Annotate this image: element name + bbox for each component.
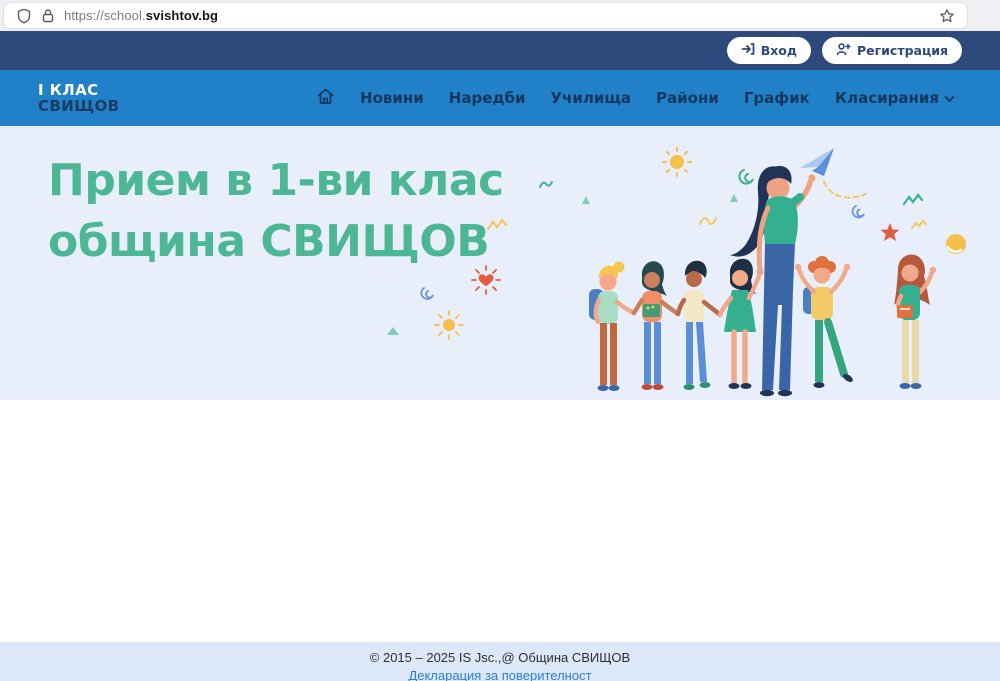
nav-item-grafik[interactable]: График bbox=[744, 89, 810, 107]
illustration-child-girl-dress bbox=[720, 259, 759, 389]
chevron-down-icon bbox=[944, 89, 955, 107]
privacy-policy-link[interactable]: Декларация за поверителност bbox=[408, 668, 591, 681]
register-label: Регистрация bbox=[857, 43, 948, 58]
doodle-yellow-zigzag bbox=[486, 218, 508, 232]
bookmark-star-icon[interactable] bbox=[939, 8, 955, 24]
url-text: https://school.svishtov.bg bbox=[64, 8, 218, 23]
browser-toolbar: https://school.svishtov.bg bbox=[0, 0, 1000, 31]
account-bar: Вход Регистрация bbox=[0, 31, 1000, 70]
nav-item-home[interactable] bbox=[316, 87, 335, 110]
hero-illustration bbox=[572, 140, 996, 398]
register-button[interactable]: Регистрация bbox=[822, 37, 962, 64]
nav-label: Училища bbox=[550, 89, 631, 107]
login-label: Вход bbox=[761, 43, 797, 58]
nav-label: Наредби bbox=[449, 89, 526, 107]
illustration-child-boy-cheering bbox=[795, 256, 854, 388]
content-area bbox=[0, 400, 1000, 642]
nav-item-klasirania-dropdown[interactable]: Класирания bbox=[835, 89, 955, 107]
shield-icon[interactable] bbox=[16, 8, 32, 24]
person-add-icon bbox=[836, 42, 851, 59]
logo-line1: І КЛАС bbox=[38, 82, 119, 98]
site-logo[interactable]: І КЛАС СВИЩОВ bbox=[38, 82, 119, 114]
address-bar[interactable]: https://school.svishtov.bg bbox=[4, 3, 967, 28]
doodle-teal-mark bbox=[538, 178, 554, 190]
nav-label: График bbox=[744, 89, 810, 107]
nav-label: Класирания bbox=[835, 89, 939, 107]
illustration-child-boy-tank bbox=[678, 261, 720, 390]
hero-title: Прием в 1-ви класобщина СВИЩОВ bbox=[48, 150, 504, 272]
nav-menu: Новини Наредби Училища Райони График Кла… bbox=[316, 87, 955, 110]
nav-label: Райони bbox=[656, 89, 719, 107]
doodle-teal-triangle bbox=[386, 326, 400, 336]
main-navigation: І КЛАС СВИЩОВ Новини Наредби Училища Рай… bbox=[0, 70, 1000, 126]
nav-item-novini[interactable]: Новини bbox=[360, 89, 424, 107]
lock-icon[interactable] bbox=[41, 8, 55, 23]
footer: © 2015 – 2025 IS Jsc.,@ Община СВИЩОВ Де… bbox=[0, 642, 1000, 681]
login-button[interactable]: Вход bbox=[727, 37, 811, 64]
illustration-child-girl-waving bbox=[894, 255, 936, 389]
nav-item-naredbi[interactable]: Наредби bbox=[449, 89, 526, 107]
logo-line2: СВИЩОВ bbox=[38, 98, 119, 114]
doodle-blue-spiral bbox=[420, 283, 438, 301]
doodle-yellow-sun bbox=[434, 310, 464, 340]
copyright-text: © 2015 – 2025 IS Jsc.,@ Община СВИЩОВ bbox=[370, 650, 630, 665]
illustration-child-blonde-girl bbox=[589, 262, 634, 392]
nav-label: Новини bbox=[360, 89, 424, 107]
home-icon bbox=[316, 87, 335, 110]
nav-item-uchilishta[interactable]: Училища bbox=[550, 89, 631, 107]
login-arrow-icon bbox=[741, 42, 755, 59]
hero-section: Прием в 1-ви класобщина СВИЩОВ bbox=[0, 126, 1000, 400]
nav-item-rayoni[interactable]: Райони bbox=[656, 89, 719, 107]
illustration-child-girl-book bbox=[634, 261, 678, 390]
doodle-heart-sun bbox=[470, 264, 502, 296]
